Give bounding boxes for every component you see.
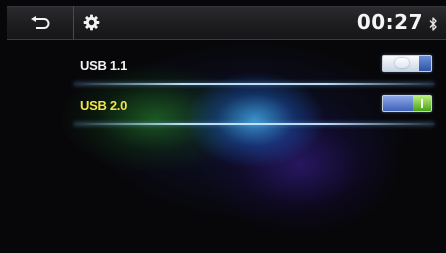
clock: 00:27 bbox=[356, 10, 423, 34]
toggle-knob bbox=[413, 96, 431, 111]
top-bar: 00:27 bbox=[7, 6, 446, 40]
setting-row-usb-1-1[interactable]: USB 1.1 bbox=[74, 45, 446, 85]
setting-row-usb-2-0[interactable]: USB 2.0 bbox=[74, 85, 446, 125]
usb-1-1-toggle[interactable] bbox=[382, 55, 432, 72]
setting-label: USB 1.1 bbox=[80, 58, 128, 73]
settings-screen: 00:27 USB 1.1 USB 2.0 bbox=[0, 0, 446, 253]
back-arrow-icon bbox=[31, 15, 50, 29]
row-divider bbox=[74, 123, 434, 125]
usb-2-0-toggle[interactable] bbox=[382, 95, 432, 112]
back-button[interactable] bbox=[7, 6, 74, 39]
gear-icon[interactable] bbox=[83, 14, 100, 31]
setting-label: USB 2.0 bbox=[80, 98, 128, 113]
toggle-track bbox=[383, 96, 413, 111]
toggle-knob bbox=[395, 58, 409, 68]
bluetooth-icon bbox=[429, 17, 437, 31]
toggle-track bbox=[419, 56, 431, 71]
